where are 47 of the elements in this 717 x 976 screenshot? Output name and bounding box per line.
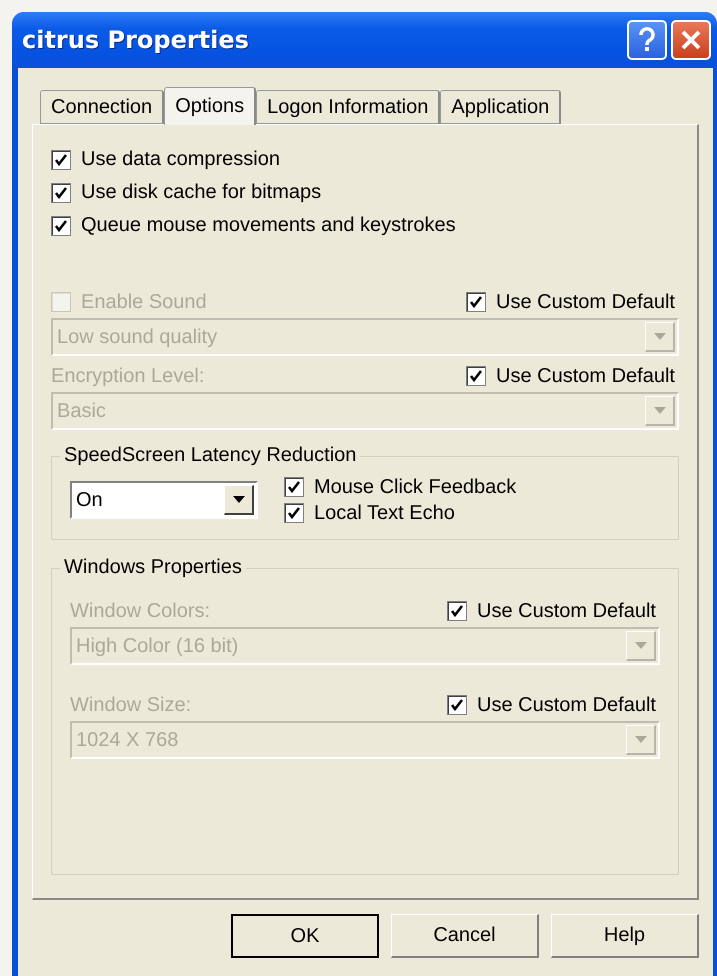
checkmark-icon bbox=[450, 604, 464, 618]
window-title: citrus Properties bbox=[22, 26, 250, 54]
checkbox-label: Use Custom Default bbox=[477, 694, 656, 716]
checkbox-label: Use Custom Default bbox=[496, 364, 675, 388]
checkbox-label: Use data compression bbox=[81, 148, 280, 171]
group-title: SpeedScreen Latency Reduction bbox=[60, 444, 360, 467]
dropdown-arrow-icon bbox=[654, 406, 666, 414]
dropdown-arrow-icon bbox=[232, 496, 244, 504]
tab[interactable]: Connection bbox=[40, 90, 164, 124]
checkmark-icon bbox=[54, 186, 68, 200]
checkbox-label: Queue mouse movements and keystrokes bbox=[81, 214, 456, 237]
close-button[interactable] bbox=[671, 20, 711, 60]
checkbox-label: Enable Sound bbox=[81, 290, 207, 314]
field-label: Window Size: bbox=[70, 694, 192, 716]
checkbox-label: Use disk cache for bitmaps bbox=[81, 181, 322, 204]
checkbox[interactable] bbox=[51, 216, 71, 236]
dropdown-arrow-icon bbox=[634, 736, 646, 744]
checkmark-icon bbox=[54, 152, 68, 166]
group-title: Windows Properties bbox=[60, 556, 246, 579]
checkbox-label: Use Custom Default bbox=[496, 290, 675, 314]
tab[interactable]: Logon Information bbox=[256, 90, 440, 124]
checkmark-icon bbox=[469, 369, 484, 383]
checkbox-label: Use Custom Default bbox=[477, 600, 656, 622]
field-label: Window Colors: bbox=[70, 600, 210, 622]
dialog-button[interactable]: Cancel bbox=[391, 914, 539, 958]
checkbox[interactable] bbox=[284, 477, 304, 497]
checkbox[interactable] bbox=[51, 182, 71, 202]
question-mark-icon bbox=[638, 27, 656, 53]
dropdown-arrow-icon bbox=[654, 332, 666, 340]
checkmark-icon bbox=[469, 295, 484, 309]
checkmark-icon bbox=[54, 218, 68, 232]
tab[interactable]: Options bbox=[164, 87, 256, 125]
field-label: Encryption Level: bbox=[51, 364, 204, 388]
checkmark-icon bbox=[450, 698, 464, 712]
checkbox[interactable] bbox=[51, 150, 71, 170]
checkmark-icon bbox=[287, 506, 301, 520]
tab[interactable]: Application bbox=[440, 90, 562, 124]
dropdown-arrow-icon bbox=[634, 642, 646, 650]
close-icon bbox=[680, 29, 702, 51]
dropdown[interactable]: On bbox=[70, 481, 258, 519]
help-button[interactable] bbox=[627, 20, 667, 60]
checkmark-icon bbox=[287, 480, 301, 494]
checkbox-label: Local Text Echo bbox=[314, 502, 455, 524]
checkbox-label: Mouse Click Feedback bbox=[314, 476, 516, 498]
dialog-button[interactable]: Help bbox=[551, 914, 699, 958]
checkbox[interactable] bbox=[284, 503, 304, 523]
dialog-button[interactable]: OK bbox=[231, 914, 379, 958]
